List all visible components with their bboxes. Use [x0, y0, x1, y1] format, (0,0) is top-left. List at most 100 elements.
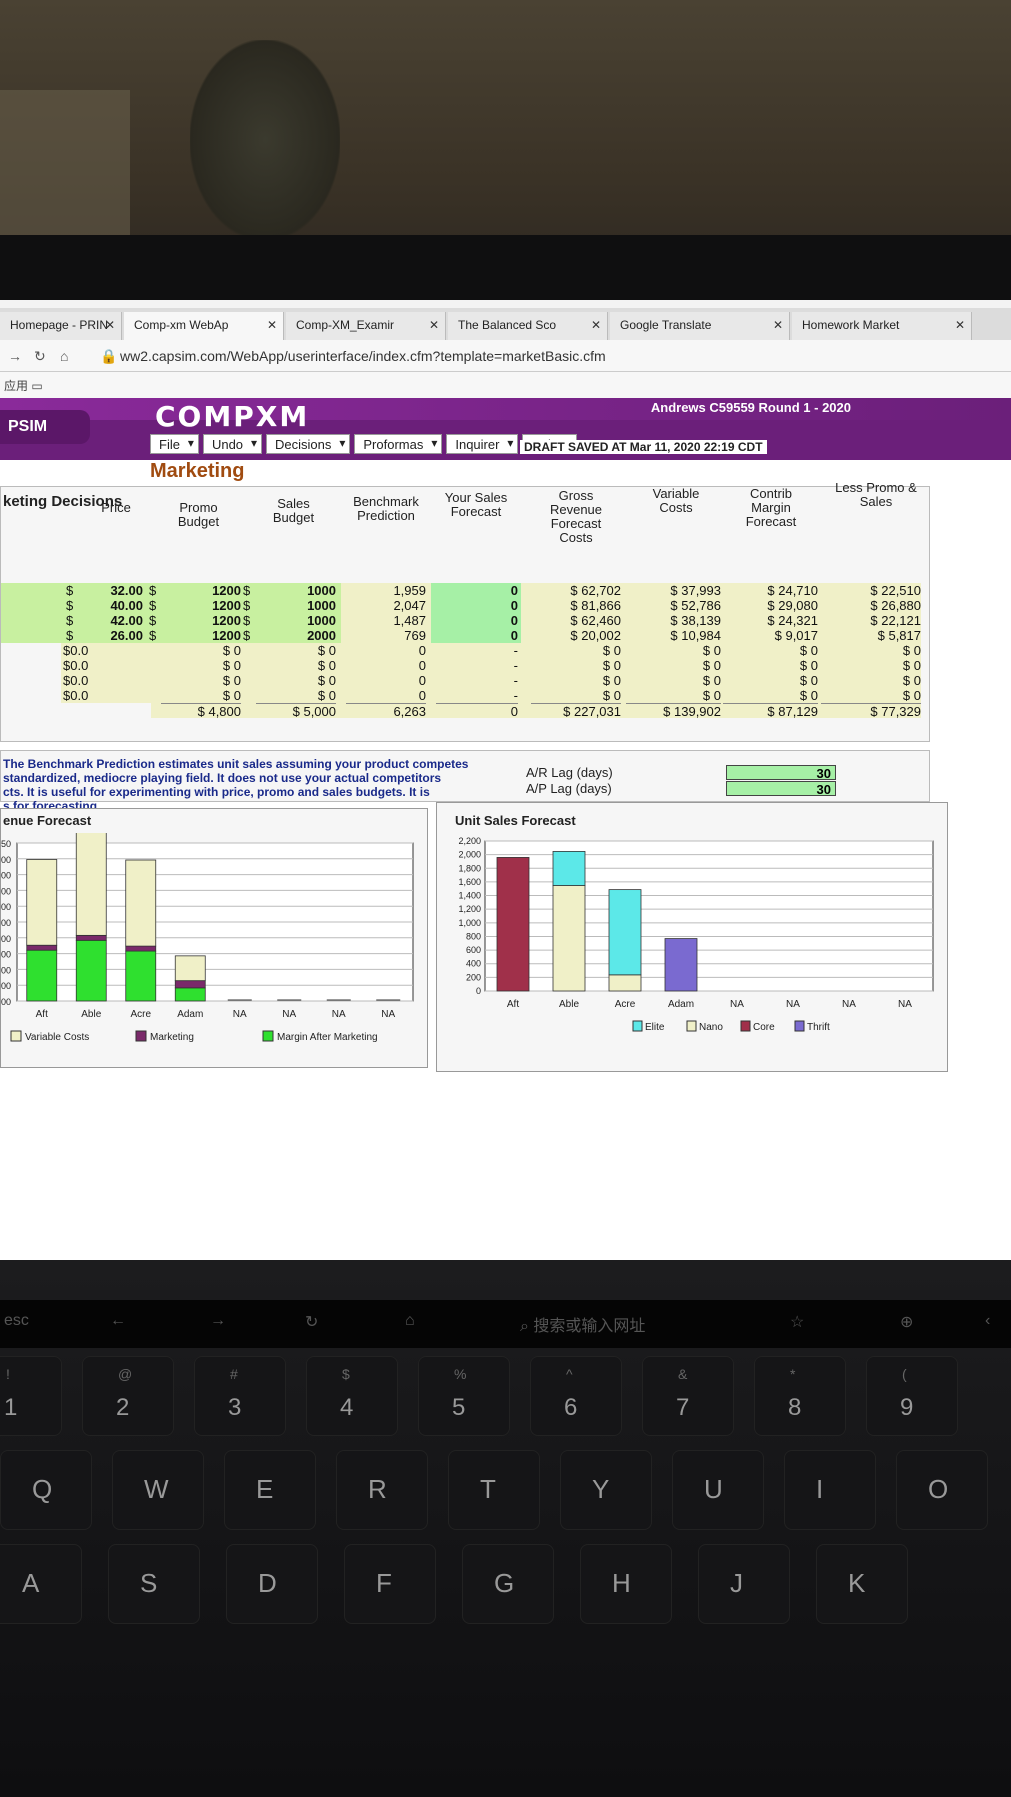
- menu-decisions[interactable]: Decisions: [266, 434, 351, 454]
- menu-proformas[interactable]: Proformas: [354, 434, 443, 454]
- price-input[interactable]: 42.00: [81, 613, 143, 628]
- tab-homework-market[interactable]: Homework Market ✕: [792, 312, 972, 340]
- variable-costs-value: $ 52,786: [670, 598, 721, 613]
- tab-homepage[interactable]: Homepage - PRIN ✕: [0, 312, 122, 340]
- promo-budget-input[interactable]: 1200: [161, 598, 241, 613]
- tab-google-translate[interactable]: Google Translate ✕: [610, 312, 790, 340]
- new-tab-icon[interactable]: ⊕: [900, 1312, 913, 1332]
- key-letter[interactable]: D: [226, 1544, 318, 1624]
- close-icon[interactable]: ✕: [267, 318, 277, 332]
- sales-budget-input[interactable]: 1000: [256, 598, 336, 613]
- key-letter[interactable]: H: [580, 1544, 672, 1624]
- key-char: 9: [900, 1394, 914, 1421]
- total-gross: $ 227,031: [531, 703, 621, 719]
- promo-budget-input[interactable]: 1200: [161, 583, 241, 598]
- sales-forecast-value: -: [513, 643, 518, 658]
- key-letter[interactable]: E: [224, 1450, 316, 1530]
- back-icon[interactable]: ←: [110, 1312, 126, 1330]
- key-number[interactable]: * 8: [754, 1356, 846, 1436]
- key-letter[interactable]: Q: [0, 1450, 92, 1530]
- price-input[interactable]: 32.00: [81, 583, 143, 598]
- reload-icon[interactable]: ↻: [34, 348, 46, 365]
- folder-icon[interactable]: ▭: [31, 379, 42, 393]
- y-tick-label: 00: [1, 934, 11, 944]
- key-letter[interactable]: J: [698, 1544, 790, 1624]
- unit-sales-forecast-panel: Unit Sales Forecast 0 200 400 600 800 1,000 1,…: [436, 802, 948, 1072]
- key-letter[interactable]: W: [112, 1450, 204, 1530]
- sales-budget-value: $ 0: [317, 658, 336, 673]
- sales-budget-input[interactable]: 2000: [256, 628, 336, 643]
- ar-lag-input[interactable]: 30: [726, 765, 836, 781]
- promo-budget-input[interactable]: 1200: [161, 613, 241, 628]
- sales-forecast-input[interactable]: 0: [436, 583, 518, 598]
- plot-area: [484, 840, 934, 992]
- key-number[interactable]: ^ 6: [530, 1356, 622, 1436]
- promo-symbol: [149, 688, 161, 703]
- promo-symbol: $: [149, 598, 157, 613]
- menu-inquirer[interactable]: Inquirer: [446, 434, 519, 454]
- forward-icon[interactable]: →: [8, 348, 22, 364]
- key-char: S: [140, 1568, 158, 1598]
- price-value: $0.0: [63, 688, 89, 703]
- menu-undo[interactable]: Undo: [202, 434, 263, 454]
- price-input[interactable]: 40.00: [81, 598, 143, 613]
- close-icon[interactable]: ✕: [105, 318, 115, 332]
- promo-budget-value: $ 0: [222, 688, 241, 703]
- key-number[interactable]: ! 1: [0, 1356, 62, 1436]
- benchmark-value: 0: [418, 658, 426, 673]
- key-letter[interactable]: U: [672, 1450, 764, 1530]
- key-letter[interactable]: A: [0, 1544, 82, 1624]
- bookmark-star-icon[interactable]: ☆: [790, 1312, 804, 1332]
- tab-balanced-scorecard[interactable]: The Balanced Sco ✕: [448, 312, 608, 340]
- close-icon[interactable]: ✕: [955, 318, 965, 332]
- col-header-gross-revenue: Gross Revenue Forecast Costs: [549, 488, 603, 545]
- key-letter[interactable]: K: [816, 1544, 908, 1624]
- variable-costs-value: $ 0: [702, 688, 721, 703]
- ap-lag-input[interactable]: 30: [726, 781, 836, 797]
- close-icon[interactable]: ✕: [773, 318, 783, 332]
- key-letter[interactable]: I: [784, 1450, 876, 1530]
- variable-costs-value: $ 0: [702, 643, 721, 658]
- touchbar-search-field[interactable]: ⌕ 搜索或输入网址: [520, 1312, 645, 1336]
- reload-icon[interactable]: ↻: [305, 1312, 318, 1332]
- chevron-left-icon[interactable]: ‹: [985, 1312, 990, 1330]
- home-icon[interactable]: ⌂: [405, 1312, 415, 1330]
- sales-budget-input[interactable]: 1000: [256, 613, 336, 628]
- y-tick-label: 1,000: [458, 918, 481, 928]
- benchmark-note: The Benchmark Prediction estimates unit …: [3, 757, 473, 813]
- laptop-keyboard: esc ← → ↻ ⌂ ⌕ 搜索或输入网址 ☆ ⊕ ‹ ! 1 @2 #3 $4% 5 ^ 6…: [0, 1260, 1011, 1797]
- promo-budget-input[interactable]: 1200: [161, 628, 241, 643]
- key-letter[interactable]: S: [108, 1544, 200, 1624]
- key-number[interactable]: $4: [306, 1356, 398, 1436]
- tab-compxm-exam[interactable]: Comp-XM_Examir ✕: [286, 312, 446, 340]
- close-icon[interactable]: ✕: [591, 318, 601, 332]
- home-icon[interactable]: ⌂: [60, 348, 68, 364]
- price-input[interactable]: 26.00: [81, 628, 143, 643]
- key-number[interactable]: % 5: [418, 1356, 510, 1436]
- sales-forecast-input[interactable]: 0: [436, 598, 518, 613]
- key-number[interactable]: & 7: [642, 1356, 734, 1436]
- menu-file[interactable]: File: [150, 434, 199, 454]
- bookmark-apps[interactable]: 应用: [4, 379, 28, 393]
- x-tick-label: NA: [730, 999, 744, 1010]
- contrib-margin-value: $ 0: [799, 658, 818, 673]
- y-tick-label: 00: [1, 871, 11, 881]
- key-letter[interactable]: F: [344, 1544, 436, 1624]
- key-letter[interactable]: O: [896, 1450, 988, 1530]
- sales-forecast-input[interactable]: 0: [436, 613, 518, 628]
- tab-compxm-webapp[interactable]: Comp-xm WebAp ✕: [124, 312, 284, 340]
- sales-budget-input[interactable]: 1000: [256, 583, 336, 598]
- esc-key[interactable]: esc: [4, 1312, 29, 1330]
- key-letter[interactable]: G: [462, 1544, 554, 1624]
- key-letter[interactable]: T: [448, 1450, 540, 1530]
- sales-forecast-input[interactable]: 0: [436, 628, 518, 643]
- key-number[interactable]: (9: [866, 1356, 958, 1436]
- key-number[interactable]: #3: [194, 1356, 286, 1436]
- close-icon[interactable]: ✕: [429, 318, 439, 332]
- key-letter[interactable]: Y: [560, 1450, 652, 1530]
- forward-icon[interactable]: →: [210, 1312, 226, 1330]
- key-letter[interactable]: R: [336, 1450, 428, 1530]
- bar-margin-after-marketing: [26, 949, 58, 1002]
- key-number[interactable]: @2: [82, 1356, 174, 1436]
- url-field[interactable]: ww2.capsim.com/WebApp/userinterface/inde…: [120, 348, 606, 364]
